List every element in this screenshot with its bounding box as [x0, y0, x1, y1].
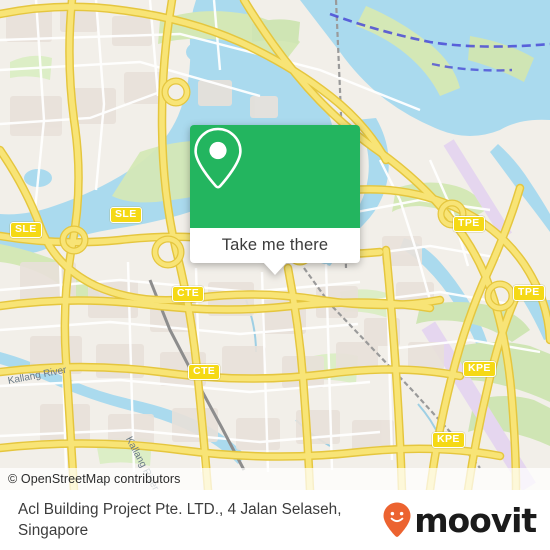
map-pin-icon [194, 127, 242, 189]
shield-sle-2: SLE [110, 207, 142, 223]
footer-bar: Acl Building Project Pte. LTD., 4 Jalan … [0, 490, 550, 550]
shield-tpe-2: TPE [513, 285, 545, 301]
popup-tail-pointer [263, 262, 287, 275]
shield-cte-2: CTE [188, 364, 221, 380]
place-address-text: Acl Building Project Pte. LTD., 4 Jalan … [18, 501, 342, 539]
osm-attribution[interactable]: © OpenStreetMap contributors [0, 468, 550, 490]
popup-footer[interactable]: Take me there [190, 228, 360, 275]
location-popup-card[interactable]: Take me there [190, 125, 360, 275]
shield-sle-1: SLE [10, 222, 42, 238]
osm-attribution-text: © OpenStreetMap contributors [8, 472, 181, 486]
moovit-wordmark: moovit [414, 500, 537, 540]
popup-header [190, 125, 360, 228]
shield-kpe-1: KPE [463, 361, 496, 377]
take-me-there-label: Take me there [221, 236, 329, 254]
map-canvas[interactable]: SLE SLE CTE CTE TPE TPE KPE KPE Kallang … [0, 0, 550, 490]
shield-kpe-2: KPE [432, 432, 465, 448]
shield-tpe-1: TPE [453, 216, 485, 232]
moovit-logo[interactable]: moovit [382, 500, 537, 540]
map-screenshot: SLE SLE CTE CTE TPE TPE KPE KPE Kallang … [0, 0, 550, 550]
moovit-smiley-pin-icon [383, 502, 411, 537]
shield-cte-1: CTE [172, 286, 205, 302]
